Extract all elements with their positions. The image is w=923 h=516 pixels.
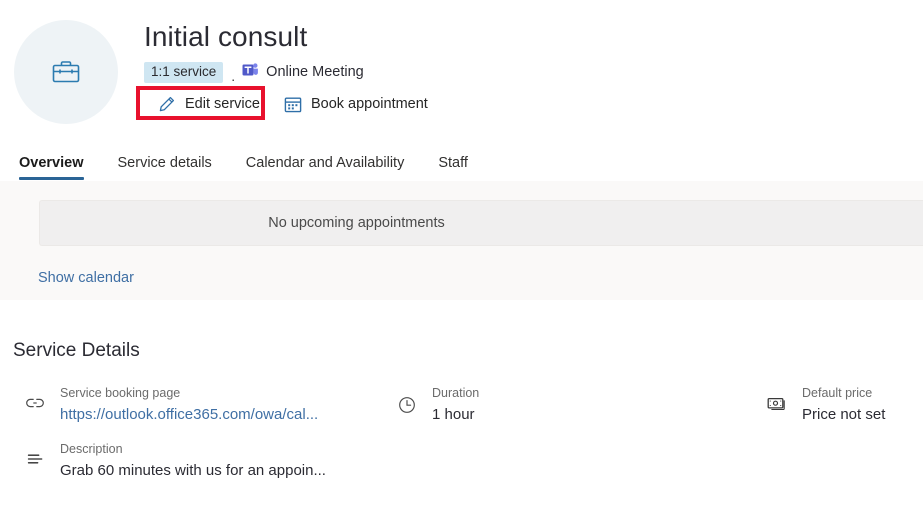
upcoming-appointments-panel: No upcoming appointments Show calendar xyxy=(0,181,923,300)
edit-service-label: Edit service xyxy=(185,96,260,112)
empty-appointments-bar: No upcoming appointments xyxy=(39,200,923,246)
detail-service-booking-page: Service booking page https://outlook.off… xyxy=(22,384,318,426)
edit-service-button[interactable]: Edit service xyxy=(144,93,272,115)
detail-value: Grab 60 minutes with us for an appoin... xyxy=(60,462,326,479)
detail-texts: Default price Price not set xyxy=(802,384,885,426)
meeting-type-label: Online Meeting xyxy=(266,64,364,80)
detail-texts: Description Grab 60 minutes with us for … xyxy=(60,440,326,482)
book-appointment-label: Book appointment xyxy=(310,96,428,112)
service-details-grid: Service booking page https://outlook.off… xyxy=(0,384,923,494)
calendar-icon xyxy=(284,96,302,113)
detail-label: Service booking page xyxy=(60,386,181,400)
teams-icon xyxy=(242,62,259,83)
empty-appointments-message: No upcoming appointments xyxy=(268,215,445,231)
detail-texts: Service booking page https://outlook.off… xyxy=(60,384,318,426)
detail-value: 1 hour xyxy=(432,406,475,423)
page-header: Initial consult 1:1 service . Online Mee… xyxy=(0,0,923,124)
text-lines-icon xyxy=(22,440,48,466)
avatar xyxy=(14,20,118,124)
page-title: Initial consult xyxy=(144,21,308,52)
detail-description: Description Grab 60 minutes with us for … xyxy=(22,440,326,482)
header-text-block: Initial consult 1:1 service . Online Mee… xyxy=(144,18,428,117)
tab-bar: Overview Service details Calendar and Av… xyxy=(0,142,923,180)
tab-calendar-and-availability[interactable]: Calendar and Availability xyxy=(246,155,405,180)
pencil-icon xyxy=(158,95,176,113)
detail-texts: Duration 1 hour xyxy=(432,384,479,426)
service-meta-row: 1:1 service . Online Meeting xyxy=(144,61,428,84)
detail-label: Duration xyxy=(432,386,480,400)
service-details-heading: Service Details xyxy=(13,340,140,361)
status-badge: 1:1 service xyxy=(144,61,224,83)
tab-staff[interactable]: Staff xyxy=(438,155,468,180)
detail-duration: Duration 1 hour xyxy=(394,384,479,426)
tab-service-details[interactable]: Service details xyxy=(118,155,212,180)
show-calendar-link[interactable]: Show calendar xyxy=(38,270,134,286)
detail-default-price: Default price Price not set xyxy=(764,384,885,426)
header-actions: Edit service Book appointment xyxy=(144,91,428,117)
meta-separator: . xyxy=(231,68,236,84)
clock-icon xyxy=(394,384,420,414)
link-icon xyxy=(22,384,48,410)
tab-overview[interactable]: Overview xyxy=(19,155,84,180)
briefcase-icon xyxy=(51,58,81,86)
detail-label: Description xyxy=(60,442,123,456)
money-icon xyxy=(764,384,790,411)
detail-label: Default price xyxy=(802,386,873,400)
detail-value: Price not set xyxy=(802,406,886,423)
detail-value[interactable]: https://outlook.office365.com/owa/cal... xyxy=(60,404,318,426)
book-appointment-button[interactable]: Book appointment xyxy=(284,96,428,113)
